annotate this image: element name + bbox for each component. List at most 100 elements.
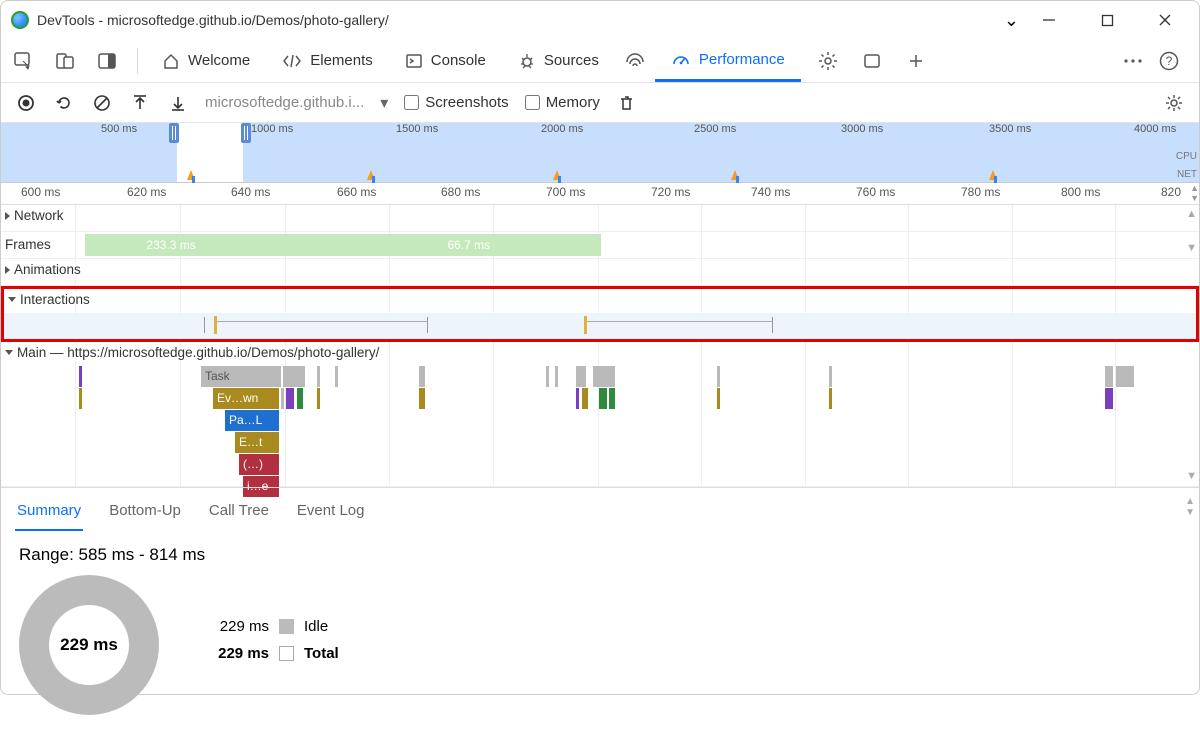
overview-tick: 500 ms: [101, 123, 137, 135]
summary-panel: Range: 585 ms - 814 ms 229 ms 229 ms Idle…: [1, 531, 1199, 729]
detached-window-icon[interactable]: [855, 44, 889, 78]
memory-label: Memory: [546, 94, 600, 111]
window-title: DevTools - microsoftedge.github.io/Demos…: [37, 12, 1004, 28]
overview-net-label: NET: [1177, 169, 1197, 180]
tab-performance[interactable]: Performance: [655, 39, 801, 82]
detail-tick: 600 ms: [21, 185, 60, 199]
frame-bar[interactable]: [257, 234, 336, 256]
dock-icon[interactable]: [91, 45, 123, 77]
legend-total-ms: 229 ms: [209, 645, 269, 662]
minimize-button[interactable]: [1031, 2, 1067, 38]
track-network-label: Network: [14, 208, 64, 223]
flame-event[interactable]: Ev…wn: [213, 388, 279, 409]
legend-idle-label: Idle: [304, 618, 328, 635]
scroll-down-icon[interactable]: ▼: [1185, 507, 1195, 518]
flame-segment[interactable]: [281, 388, 284, 409]
settings-gear-icon[interactable]: [811, 44, 845, 78]
trash-icon[interactable]: [616, 92, 638, 114]
track-animations[interactable]: Animations: [1, 259, 1199, 286]
tab-event-log[interactable]: Event Log: [295, 496, 367, 531]
detail-tick: 820: [1161, 185, 1181, 199]
track-frames[interactable]: Frames 233.3 ms 66.7 ms ▲ ▼: [1, 232, 1199, 259]
overview-cpu-label: CPU: [1176, 151, 1197, 162]
scroll-down-icon[interactable]: ▼: [1190, 193, 1199, 203]
memory-checkbox[interactable]: Memory: [525, 94, 600, 111]
maximize-button[interactable]: [1089, 2, 1125, 38]
reload-record-button[interactable]: [53, 92, 75, 114]
load-up-icon[interactable]: [129, 92, 151, 114]
detail-ruler[interactable]: 600 ms 620 ms 640 ms 660 ms 680 ms 700 m…: [1, 183, 1199, 205]
scroll-down-icon[interactable]: ▼: [1186, 470, 1197, 482]
add-tab-icon[interactable]: [899, 44, 933, 78]
tab-bottom-up[interactable]: Bottom-Up: [107, 496, 183, 531]
network-conditions-icon[interactable]: [615, 52, 655, 70]
legend-total-label: Total: [304, 645, 339, 662]
summary-donut-center: 229 ms: [60, 635, 118, 655]
flame-segment[interactable]: [283, 366, 305, 387]
tab-summary[interactable]: Summary: [15, 496, 83, 531]
device-toggle-icon[interactable]: [49, 45, 81, 77]
tab-welcome-label: Welcome: [188, 52, 250, 69]
legend-swatch-idle: [279, 619, 294, 634]
detail-tick: 760 ms: [856, 185, 895, 199]
tab-elements[interactable]: Elements: [266, 39, 389, 82]
selection-handle-right[interactable]: [241, 123, 251, 143]
flame-segment[interactable]: [286, 388, 294, 409]
more-icon[interactable]: [1123, 58, 1143, 64]
record-button[interactable]: [15, 92, 37, 114]
screenshots-checkbox[interactable]: Screenshots: [404, 94, 508, 111]
track-main-label: Main — https://microsoftedge.github.io/D…: [17, 345, 379, 360]
track-frames-label: Frames: [5, 237, 51, 252]
tab-sources-label: Sources: [544, 52, 599, 69]
detail-tick: 620 ms: [127, 185, 166, 199]
home-icon: [162, 52, 180, 70]
chevron-down-icon[interactable]: ⌄: [1004, 10, 1019, 31]
scroll-down-icon[interactable]: ▼: [1186, 242, 1197, 254]
legend-idle-ms: 229 ms: [209, 618, 269, 635]
overview-tick: 3500 ms: [989, 123, 1031, 135]
console-icon: [405, 52, 423, 70]
close-button[interactable]: [1147, 2, 1183, 38]
tab-call-tree[interactable]: Call Tree: [207, 496, 271, 531]
track-interactions[interactable]: Interactions: [1, 286, 1199, 342]
tab-welcome[interactable]: Welcome: [146, 39, 266, 82]
detail-tick: 720 ms: [651, 185, 690, 199]
code-icon: [282, 52, 302, 70]
scroll-up-icon[interactable]: ▲: [1185, 496, 1195, 507]
clear-button[interactable]: [91, 92, 113, 114]
flame-segment[interactable]: [297, 388, 303, 409]
tab-elements-label: Elements: [310, 52, 373, 69]
svg-text:?: ?: [1166, 54, 1173, 68]
summary-range: Range: 585 ms - 814 ms: [19, 545, 1181, 565]
frame-bar[interactable]: 233.3 ms: [85, 234, 258, 256]
detail-tick: 800 ms: [1061, 185, 1100, 199]
url-dropdown-icon[interactable]: ▾: [380, 93, 388, 113]
flamechart-area[interactable]: Network Frames 233.3 ms 66.7 ms ▲ ▼ Anim…: [1, 205, 1199, 487]
app-icon: [11, 11, 29, 29]
legend-swatch-total: [279, 646, 294, 661]
flame-call[interactable]: E…t: [235, 432, 279, 453]
inspect-icon[interactable]: [7, 45, 39, 77]
detail-tick: 780 ms: [961, 185, 1000, 199]
recording-url: microsoftedge.github.i...: [205, 94, 364, 111]
capture-settings-icon[interactable]: [1163, 92, 1185, 114]
track-main[interactable]: Main — https://microsoftedge.github.io/D…: [1, 342, 1199, 487]
track-network[interactable]: Network: [1, 205, 1199, 232]
detail-tick: 740 ms: [751, 185, 790, 199]
flame-task[interactable]: Task: [201, 366, 281, 387]
flame-call[interactable]: Pa…L: [225, 410, 279, 431]
detail-tick: 640 ms: [231, 185, 270, 199]
tab-sources[interactable]: Sources: [502, 39, 615, 82]
overview-tick: 1000 ms: [251, 123, 293, 135]
overview-tick: 2500 ms: [694, 123, 736, 135]
track-interactions-label: Interactions: [20, 292, 90, 307]
overview-tick: 4000 ms: [1134, 123, 1176, 135]
scroll-up-icon[interactable]: ▲: [1190, 183, 1199, 193]
save-down-icon[interactable]: [167, 92, 189, 114]
frame-bar[interactable]: 66.7 ms: [336, 234, 601, 256]
selection-handle-left[interactable]: [169, 123, 179, 143]
flame-call[interactable]: (…): [239, 454, 279, 475]
help-icon[interactable]: ?: [1159, 51, 1179, 71]
tab-console[interactable]: Console: [389, 39, 502, 82]
overview-timeline[interactable]: 500 ms 1000 ms 1500 ms 2000 ms 2500 ms 3…: [1, 123, 1199, 183]
